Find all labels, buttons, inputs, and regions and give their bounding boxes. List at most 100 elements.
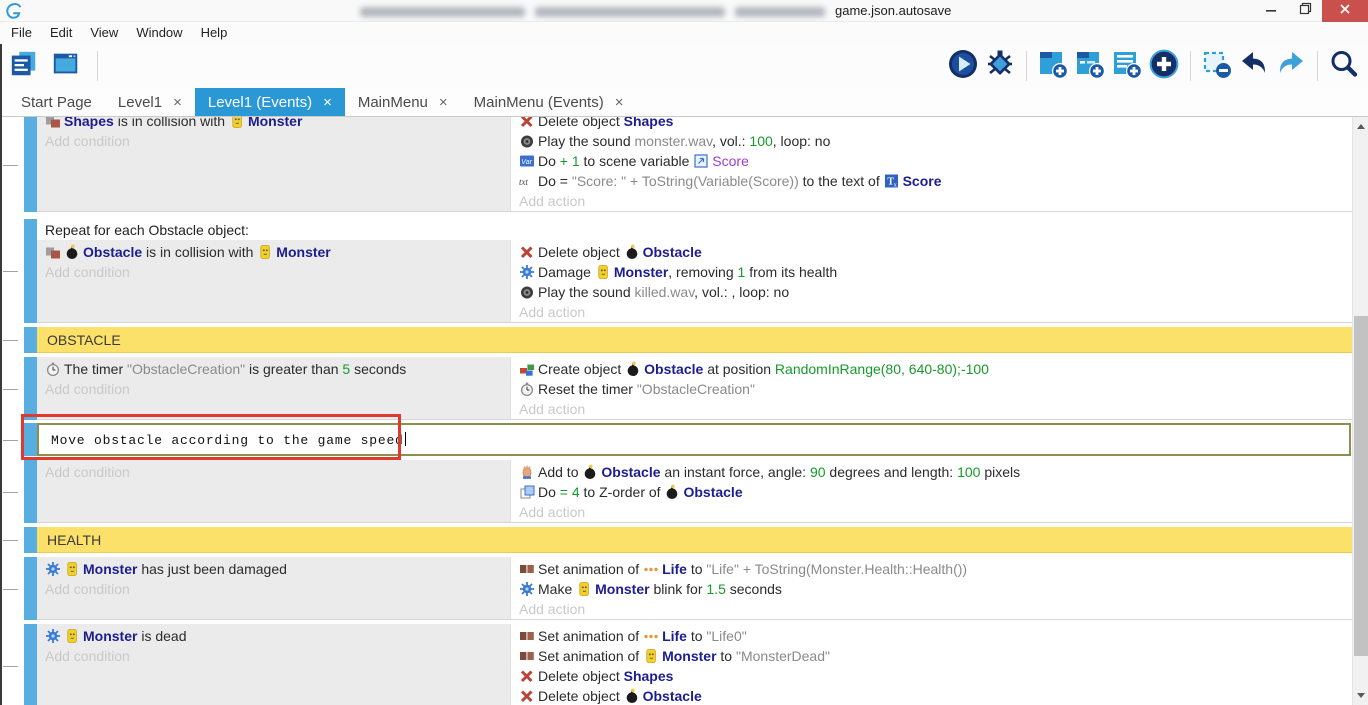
add-event-button[interactable] [1037,50,1069,82]
event-line[interactable]: Add action [519,399,1352,419]
event-line[interactable]: Obstacle is in collision with Monster [45,242,510,262]
actions-column[interactable]: Add to Obstacle an instant force, angle:… [510,460,1352,522]
tab-close-icon[interactable]: × [323,95,332,110]
event-line[interactable]: Add condition [45,579,510,599]
menu-help[interactable]: Help [192,22,237,44]
tab-level1-events-[interactable]: Level1 (Events)× [195,88,345,116]
undo-button[interactable] [1238,50,1270,82]
event-line[interactable]: The timer "ObstacleCreation" is greater … [45,359,510,379]
restore-button[interactable] [1288,0,1322,22]
event-selection-bar[interactable] [24,327,37,353]
add-comment-button[interactable] [1111,50,1143,82]
conditions-column[interactable]: Obstacle is in collision with MonsterAdd… [37,240,510,322]
close-button[interactable] [1322,0,1368,22]
vertical-scrollbar[interactable] [1352,117,1368,705]
editors-button[interactable] [50,50,82,82]
conditions-column[interactable]: The timer "ObstacleCreation" is greater … [37,357,510,419]
comment-edit-row[interactable]: Move obstacle according to the game spee… [37,423,1352,456]
event-line[interactable]: Add action [519,599,1352,619]
tab-close-icon[interactable]: × [615,95,624,110]
event-line[interactable]: Set animation of Life to "Life" + ToStri… [519,559,1352,579]
event-selection-bar[interactable] [24,219,37,323]
menu-file[interactable]: File [2,22,41,44]
event-line[interactable]: Add action [519,302,1352,322]
event-line[interactable]: Play the sound killed.wav, vol.: , loop:… [519,282,1352,302]
tab-mainmenu-events-[interactable]: MainMenu (Events)× [461,88,637,116]
event-row[interactable]: Monster has just been damagedAdd conditi… [24,557,1352,620]
event-line[interactable]: Create object Obstacle at position Rando… [519,359,1352,379]
tab-mainmenu[interactable]: MainMenu× [345,88,461,116]
event-line[interactable]: Make Monster blink for 1.5 seconds [519,579,1352,599]
event-line[interactable]: Damage Monster, removing 1 from its heal… [519,262,1352,282]
scroll-up-icon[interactable] [1357,124,1365,129]
comment-row[interactable]: HEALTH [37,527,1352,553]
conditions-column[interactable]: Monster is deadAdd condition [37,624,510,705]
tab-close-icon[interactable]: × [173,95,182,110]
event-row[interactable]: Monster is deadAdd conditionSet animatio… [24,624,1352,705]
event-line[interactable]: Play the sound monster.wav, vol.: 100, l… [519,131,1352,151]
event-row[interactable]: Add condition Add to Obstacle an instant … [24,460,1352,523]
event-line[interactable]: Shapes is in collision with Monster [45,117,510,131]
conditions-column[interactable]: Shapes is in collision with MonsterAdd c… [37,117,510,211]
event-block[interactable]: Monster has just been damagedAdd conditi… [37,557,1352,620]
event-selection-bar[interactable] [24,423,37,456]
comment-edit-input[interactable]: Move obstacle according to the game spee… [37,423,1351,456]
actions-column[interactable]: Delete object ShapesPlay the sound monst… [510,117,1352,211]
event-line[interactable]: txtDo = "Score: " + ToString(Variable(Sc… [519,171,1352,191]
actions-column[interactable]: Set animation of Life to "Life0"Set anim… [510,624,1352,705]
event-selection-bar[interactable] [24,624,37,705]
event-line[interactable]: Add condition [45,379,510,399]
debug-button[interactable] [984,50,1016,82]
event-block[interactable]: The timer "ObstacleCreation" is greater … [37,357,1352,420]
add-circle-button[interactable] [1148,50,1180,82]
event-row[interactable]: Repeat for each Obstacle object:Obstacle… [24,219,1352,323]
event-line[interactable]: Set animation of Life to "Life0" [519,626,1352,646]
redo-button[interactable] [1275,50,1307,82]
comment-row[interactable]: OBSTACLE [37,327,1352,353]
event-line[interactable]: Reset the timer "ObstacleCreation" [519,379,1352,399]
event-line[interactable]: Delete object Shapes [519,666,1352,686]
deselect-button[interactable] [1201,50,1233,82]
event-line[interactable]: Add condition [45,462,510,482]
event-line[interactable]: Monster has just been damaged [45,559,510,579]
menu-view[interactable]: View [81,22,127,44]
event-block[interactable]: Add condition Add to Obstacle an instant … [37,460,1352,523]
conditions-column[interactable]: Monster has just been damagedAdd conditi… [37,557,510,619]
event-line[interactable]: Add to Obstacle an instant force, angle:… [519,462,1352,482]
event-line[interactable]: Set animation of Monster to "MonsterDead… [519,646,1352,666]
add-subevent-button[interactable] [1074,50,1106,82]
tab-level1[interactable]: Level1× [105,88,195,116]
event-line[interactable]: Delete object Obstacle [519,242,1352,262]
event-block[interactable]: Shapes is in collision with MonsterAdd c… [37,117,1352,212]
event-line[interactable]: Add condition [45,262,510,282]
menu-edit[interactable]: Edit [41,22,81,44]
event-row[interactable]: Shapes is in collision with MonsterAdd c… [24,117,1352,212]
event-selection-bar[interactable] [24,357,37,420]
event-line[interactable]: Delete object Obstacle [519,686,1352,705]
event-selection-bar[interactable] [24,460,37,523]
conditions-column[interactable]: Add condition [37,460,510,522]
event-line[interactable]: Add action [519,502,1352,522]
actions-column[interactable]: Delete object ObstacleDamage Monster, re… [510,240,1352,322]
event-line[interactable]: Add action [519,191,1352,211]
actions-column[interactable]: Set animation of Life to "Life" + ToStri… [510,557,1352,619]
event-selection-bar[interactable] [24,557,37,620]
event-line[interactable]: VarDo + 1 to scene variable Score [519,151,1352,171]
projects-button[interactable] [8,50,40,82]
event-line[interactable]: Delete object Shapes [519,117,1352,131]
tab-close-icon[interactable]: × [439,95,448,110]
event-line[interactable]: Monster is dead [45,626,510,646]
menu-window[interactable]: Window [127,22,191,44]
minimize-button[interactable] [1254,0,1288,22]
event-selection-bar[interactable] [24,117,37,212]
repeat-header[interactable]: Repeat for each Obstacle object: [37,219,1352,240]
event-line[interactable]: Add condition [45,131,510,151]
event-row[interactable]: Move obstacle according to the game spee… [24,423,1352,456]
event-row[interactable]: The timer "ObstacleCreation" is greater … [24,357,1352,420]
event-selection-bar[interactable] [24,527,37,553]
event-line[interactable]: Add condition [45,646,510,666]
search-button[interactable] [1328,50,1360,82]
actions-column[interactable]: Create object Obstacle at position Rando… [510,357,1352,419]
event-line[interactable]: Do = 4 to Z-order of Obstacle [519,482,1352,502]
scrollbar-thumb[interactable] [1354,316,1368,656]
